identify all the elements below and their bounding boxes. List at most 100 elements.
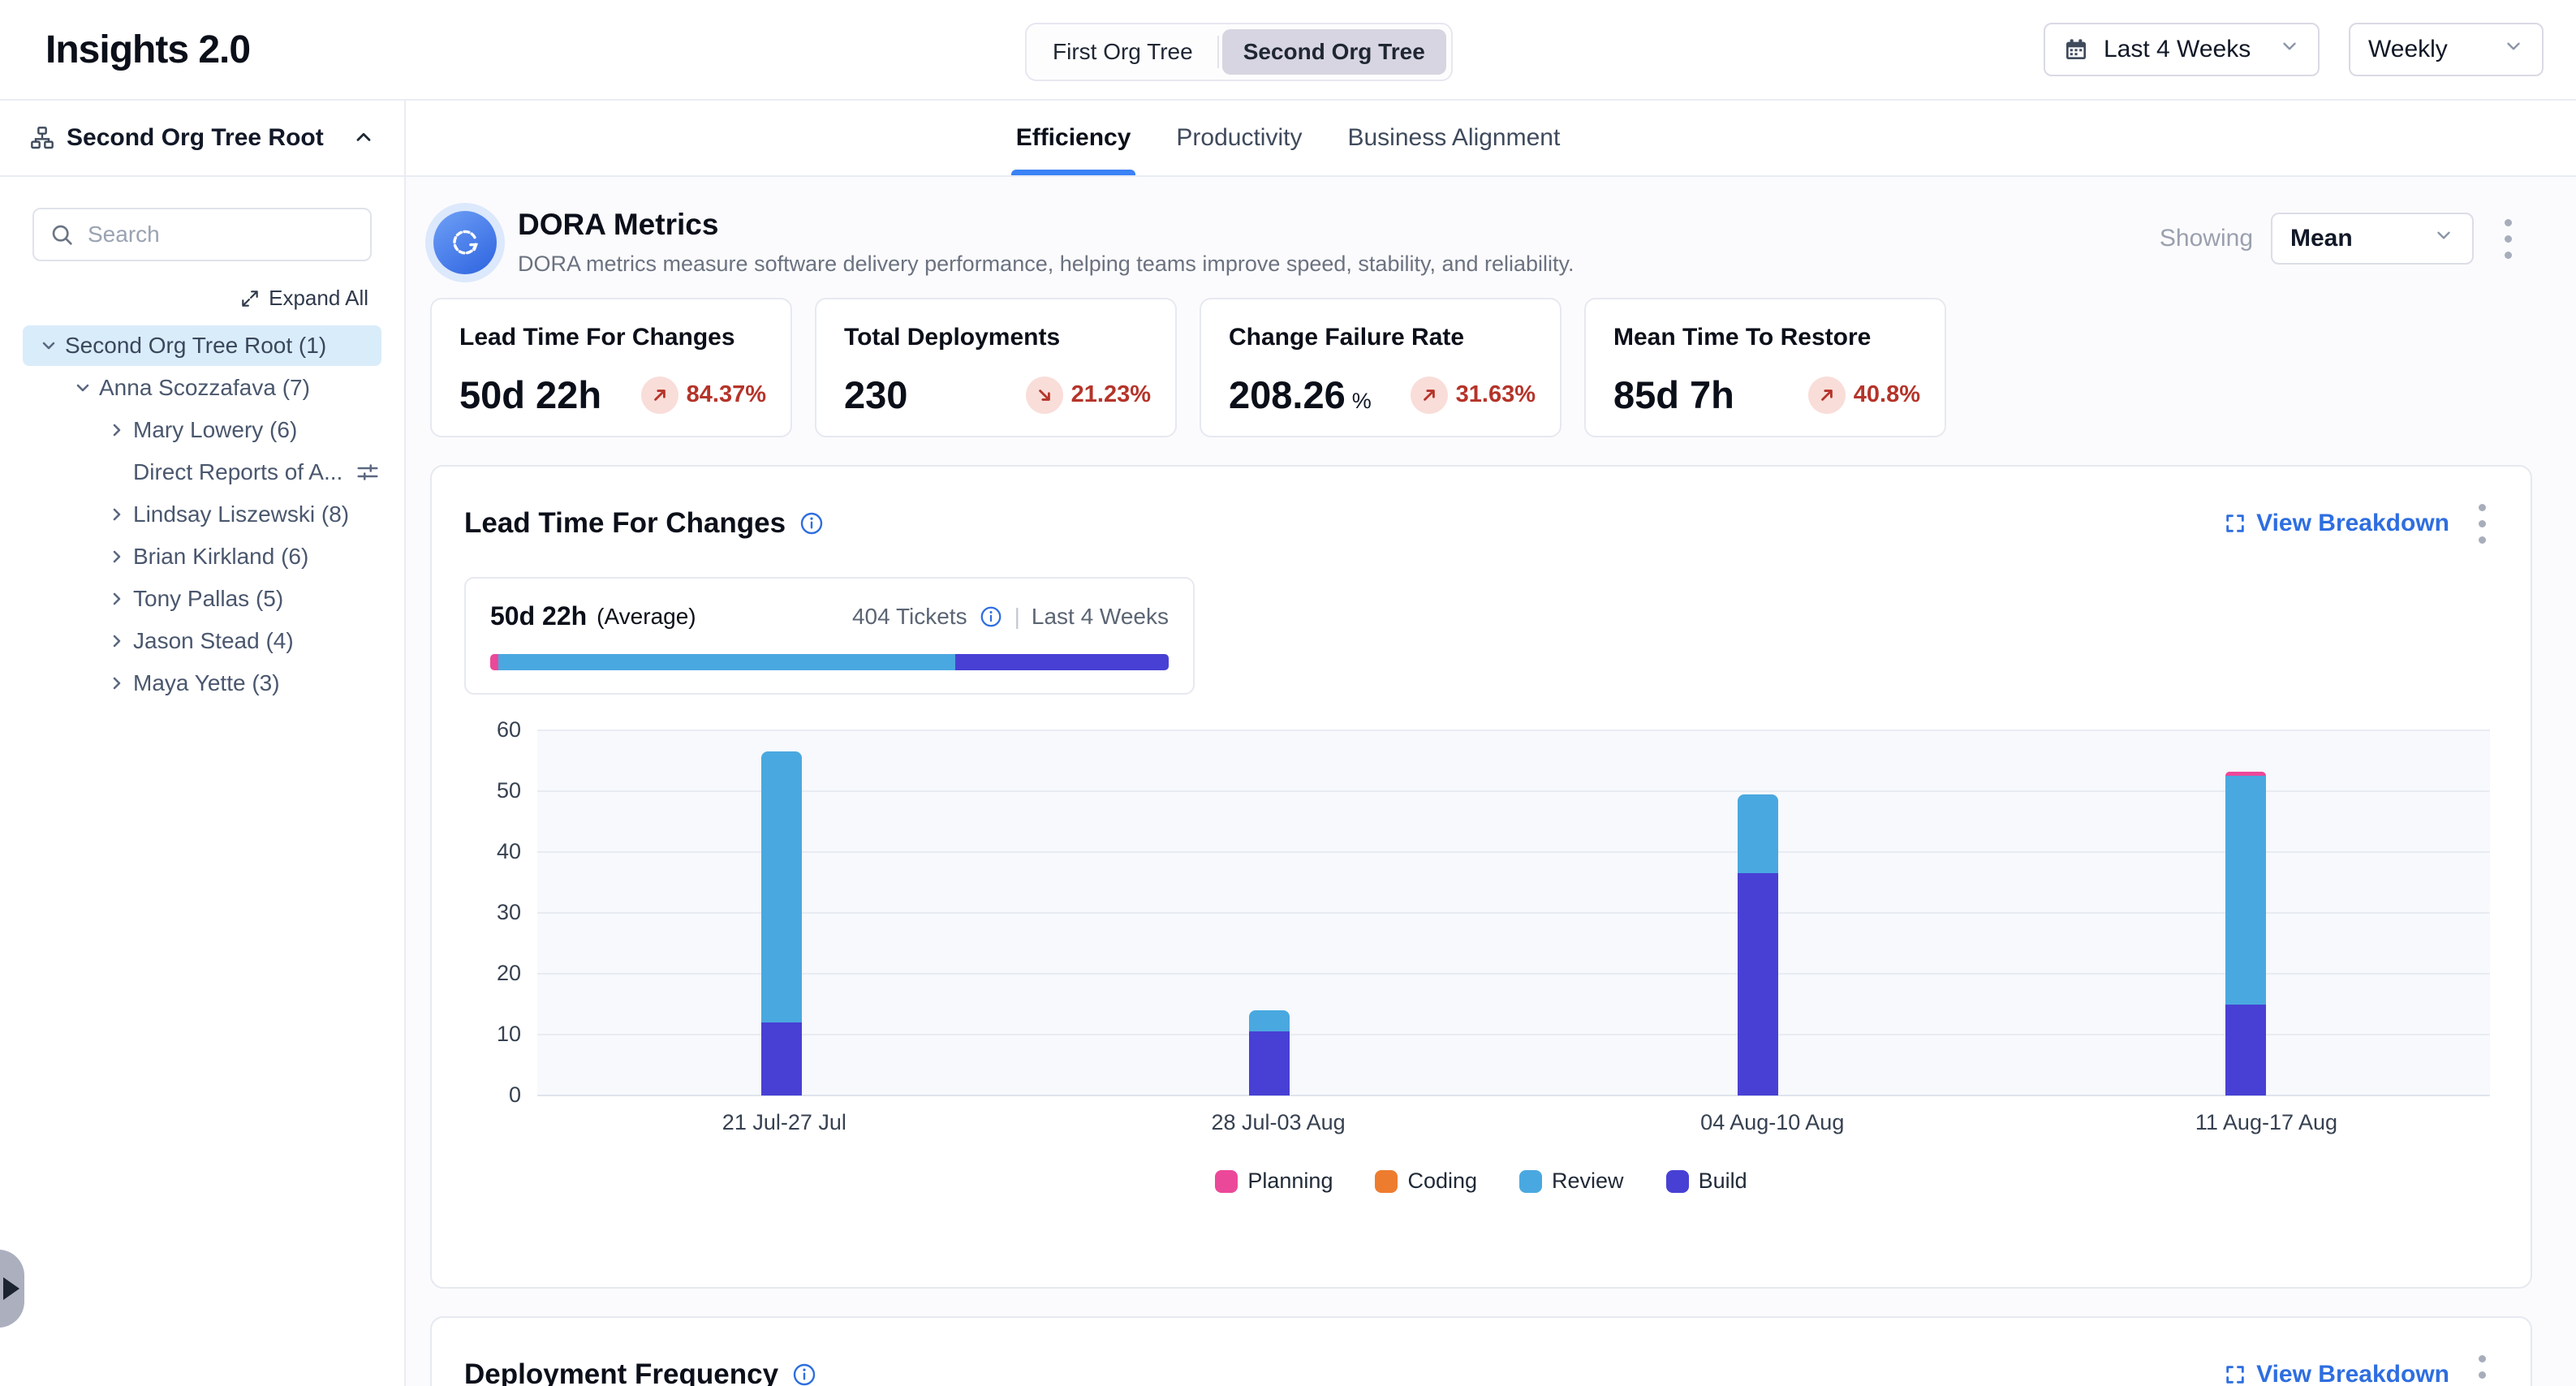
dora-kebab-menu[interactable] [2492, 213, 2524, 265]
x-axis-label: 11 Aug-17 Aug [2019, 1110, 2514, 1135]
bar-segment-build[interactable] [761, 1022, 802, 1095]
bar-segment-review[interactable] [1738, 794, 1778, 874]
chevron-right-icon[interactable] [101, 505, 133, 524]
tree-item-label: Tony Pallas (5) [133, 586, 283, 612]
toggle-option-second-org-tree[interactable]: Second Org Tree [1222, 29, 1446, 75]
trend-badge: 31.63% [1411, 377, 1536, 414]
phase-segment-build [955, 654, 1169, 670]
dora-loop-icon [433, 211, 497, 274]
tree-item-brian-kirkland-6[interactable]: Brian Kirkland (6) [23, 536, 381, 577]
dora-metrics-header: DORA Metrics DORA metrics measure softwa… [430, 177, 2532, 282]
main-panel: Efficiency Productivity Business Alignment… [406, 101, 2576, 1386]
tree-item-tony-pallas-5[interactable]: Tony Pallas (5) [23, 579, 381, 619]
top-bar: Insights 2.0 First Org TreeSecond Org Tr… [0, 0, 2576, 99]
chevron-down-icon[interactable] [32, 336, 65, 355]
deployment-kebab-menu[interactable] [2466, 1349, 2498, 1386]
tree-item-mary-lowery-6[interactable]: Mary Lowery (6) [23, 410, 381, 450]
chevron-down-icon [2503, 36, 2524, 63]
trend-value: 40.8% [1854, 381, 1920, 408]
tree-item-anna-scozzafava-7[interactable]: Anna Scozzafava (7) [23, 368, 381, 408]
tree-item-label: Maya Yette (3) [133, 670, 280, 696]
legend-swatch [1666, 1170, 1689, 1193]
tree-item-maya-yette-3[interactable]: Maya Yette (3) [23, 663, 381, 704]
info-icon[interactable] [799, 510, 825, 536]
chevron-right-icon[interactable] [101, 674, 133, 693]
org-tree-icon [29, 125, 55, 151]
legend-item-planning[interactable]: Planning [1215, 1169, 1333, 1194]
showing-select[interactable]: Mean [2271, 213, 2474, 265]
trend-badge: 40.8% [1808, 377, 1920, 414]
bar-segment-review[interactable] [1249, 1010, 1290, 1031]
bar-segment-review[interactable] [761, 751, 802, 1022]
metric-card-total-deployments: Total Deployments23021.23% [815, 298, 1177, 437]
x-axis-label: 21 Jul-27 Jul [537, 1110, 1032, 1135]
app-title: Insights 2.0 [45, 28, 250, 72]
lead-time-section: Lead Time For Changes View Breakdown [430, 465, 2532, 1289]
y-axis-label: 50 [464, 778, 521, 803]
period-select[interactable]: Last 4 Weeks [2044, 23, 2320, 76]
chevron-right-icon[interactable] [101, 589, 133, 609]
trend-up-arrow-icon [1411, 377, 1448, 414]
legend-label: Planning [1247, 1169, 1333, 1194]
metric-card-change-failure-rate: Change Failure Rate208.26%31.63% [1200, 298, 1562, 437]
info-icon[interactable] [791, 1362, 817, 1386]
sidebar-title: Second Org Tree Root [67, 124, 341, 152]
metric-title: Total Deployments [844, 324, 1151, 351]
trend-down-arrow-icon [1026, 377, 1063, 414]
tree-item-lindsay-liszewski-8[interactable]: Lindsay Liszewski (8) [23, 494, 381, 535]
legend-item-coding[interactable]: Coding [1375, 1169, 1477, 1194]
chevron-up-icon[interactable] [352, 127, 375, 149]
showing-select-value: Mean [2290, 225, 2353, 252]
sidebar: Second Org Tree Root Expand All Second O… [0, 101, 406, 1386]
chevron-down-icon[interactable] [67, 378, 99, 398]
chevron-right-icon[interactable] [101, 420, 133, 440]
metric-value: 85d 7h [1613, 372, 1734, 417]
legend-swatch [1519, 1170, 1542, 1193]
chevron-right-icon[interactable] [101, 631, 133, 651]
trend-up-arrow-icon [641, 377, 678, 414]
bar-segment-build[interactable] [1738, 873, 1778, 1095]
tree-item-second-org-tree-root-1[interactable]: Second Org Tree Root (1) [23, 325, 381, 366]
metric-card-mean-time-to-restore: Mean Time To Restore85d 7h40.8% [1584, 298, 1946, 437]
lead-time-summary-card: 50d 22h (Average) 404 Tickets | Last 4 W… [464, 577, 1195, 695]
bar-segment-build[interactable] [1249, 1031, 1290, 1095]
legend-item-review[interactable]: Review [1519, 1169, 1624, 1194]
legend-swatch [1215, 1170, 1238, 1193]
granularity-select-value: Weekly [2368, 36, 2448, 63]
expand-all-button[interactable]: Expand All [239, 286, 368, 311]
trend-value: 31.63% [1456, 381, 1536, 408]
toggle-option-first-org-tree[interactable]: First Org Tree [1032, 29, 1214, 75]
tab-productivity[interactable]: Productivity [1176, 101, 1302, 175]
org-tree: Second Org Tree Root (1)Anna Scozzafava … [0, 325, 404, 704]
bar-segment-review[interactable] [2225, 776, 2266, 1004]
legend-item-build[interactable]: Build [1666, 1169, 1747, 1194]
lead-time-view-breakdown-link[interactable]: View Breakdown [2224, 510, 2449, 537]
toggle-divider [1217, 36, 1219, 68]
search-input[interactable] [32, 208, 372, 261]
chart-legend: Planning Coding Review Build [464, 1169, 2498, 1194]
granularity-select[interactable]: Weekly [2349, 23, 2544, 76]
tree-item-label: Mary Lowery (6) [133, 417, 297, 443]
adjustments-icon[interactable] [355, 460, 380, 484]
stacked-bar [2225, 772, 2266, 1095]
tab-business-alignment[interactable]: Business Alignment [1347, 101, 1560, 175]
tab-efficiency[interactable]: Efficiency [1016, 101, 1131, 175]
tree-item-jason-stead-4[interactable]: Jason Stead (4) [23, 621, 381, 661]
trend-badge: 84.37% [641, 377, 766, 414]
tree-item-label: Brian Kirkland (6) [133, 544, 308, 570]
bar-segment-build[interactable] [2225, 1005, 2266, 1096]
tree-item-direct-reports-of-a[interactable]: Direct Reports of A... [23, 452, 381, 493]
info-icon[interactable] [979, 605, 1003, 629]
tree-item-label: Jason Stead (4) [133, 628, 294, 654]
bar-segment-planning[interactable] [2225, 772, 2266, 776]
stacked-bar [761, 751, 802, 1095]
metric-card-lead-time-for-changes: Lead Time For Changes50d 22h84.37% [430, 298, 792, 437]
tab-bar: Efficiency Productivity Business Alignment [406, 101, 2576, 177]
x-axis-label: 28 Jul-03 Aug [1032, 1110, 1526, 1135]
deployment-view-breakdown-link[interactable]: View Breakdown [2224, 1361, 2449, 1386]
metric-unit: % [1352, 389, 1372, 413]
chevron-right-icon[interactable] [101, 547, 133, 566]
sidebar-expand-handle[interactable] [0, 1250, 24, 1328]
lead-time-kebab-menu[interactable] [2466, 497, 2498, 549]
legend-swatch [1375, 1170, 1398, 1193]
